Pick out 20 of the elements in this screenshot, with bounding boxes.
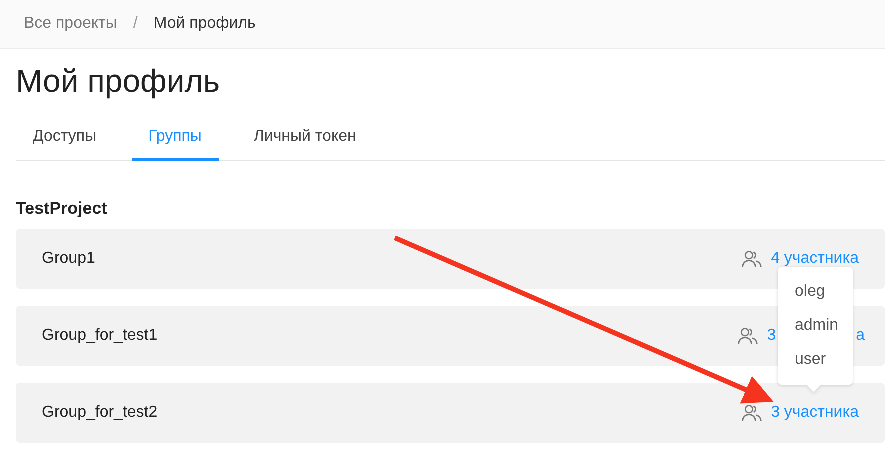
members-link[interactable]: 3 (767, 327, 776, 344)
tab[interactable]: Личный токен (236, 122, 374, 161)
group-name: Group_for_test1 (42, 327, 158, 345)
tab[interactable]: Группы (132, 122, 219, 161)
page-title: Мой профиль (16, 63, 222, 100)
member-item: admin (794, 316, 840, 336)
members-link-end[interactable]: а (856, 327, 865, 344)
member-item: oleg (794, 282, 826, 302)
members-link[interactable]: 4 участника (771, 250, 859, 267)
members-link[interactable]: 3 участника (771, 404, 859, 421)
project-heading: TestProject (16, 199, 108, 219)
tab[interactable]: Доступы (16, 122, 114, 161)
breadcrumb-link[interactable]: Все проекты (24, 15, 118, 33)
breadcrumb-separator: / (133, 15, 138, 33)
member-item: user (794, 350, 828, 370)
group-name: Group1 (42, 250, 96, 268)
users-icon (741, 248, 764, 270)
group-name: Group_for_test2 (42, 404, 158, 422)
users-icon (737, 325, 760, 347)
users-icon (741, 402, 764, 424)
